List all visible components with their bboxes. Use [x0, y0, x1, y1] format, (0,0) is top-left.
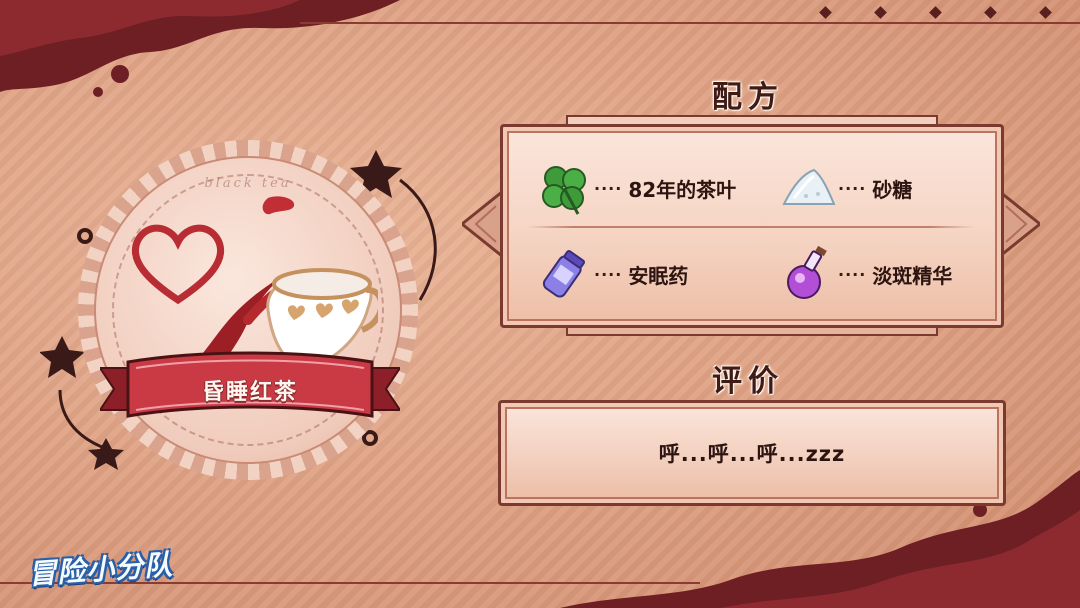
ingredient-dots: ···· — [594, 264, 623, 284]
ingredient-item: ···· 砂糖 — [778, 158, 912, 218]
ingredient-dots: ···· — [838, 264, 867, 284]
top-border-line — [300, 22, 1080, 24]
ingredient-name: 砂糖 — [872, 177, 913, 202]
potion-flask-icon — [787, 245, 827, 299]
top-border-ornaments — [819, 6, 1052, 19]
pill-bottle-icon — [542, 250, 586, 298]
ingredient-item: ···· 82年的茶叶 — [534, 158, 736, 218]
recipe-divider — [528, 226, 974, 228]
ingredient-item: ···· 安眠药 — [534, 244, 688, 304]
ingredient-dots: ···· — [838, 178, 867, 198]
right-arrow-ornament — [1000, 192, 1040, 256]
review-heading: 评价 — [712, 364, 784, 399]
ingredient-name: 淡斑精华 — [872, 263, 953, 288]
sugar-pile-icon — [782, 168, 836, 205]
review-text: 呼...呼...呼...zzz — [658, 442, 846, 466]
recipe-heading: 配方 — [712, 80, 784, 115]
clover-icon — [542, 166, 586, 215]
left-arrow-ornament — [462, 192, 502, 256]
ingredient-name: 安眠药 — [628, 263, 689, 288]
top-left-wave — [0, 0, 400, 97]
ingredient-dots: ···· — [594, 178, 623, 198]
dish-name-ribbon: 昏睡红茶 — [100, 340, 400, 430]
ingredient-name: 82年的茶叶 — [628, 177, 737, 202]
ingredient-item: ···· 淡斑精华 — [778, 244, 952, 304]
dish-name: 昏睡红茶 — [201, 380, 298, 405]
